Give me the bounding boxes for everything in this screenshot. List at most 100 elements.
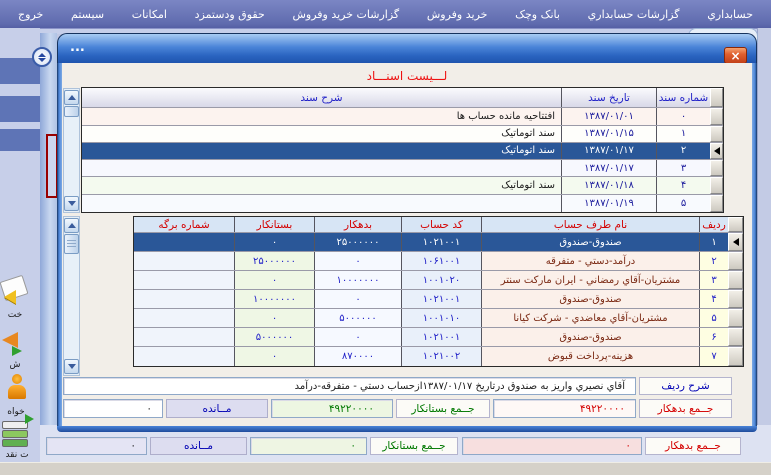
doc-number-cell: ۰ (656, 108, 710, 124)
dialog-frame (752, 63, 757, 426)
balance-label: مــانده (166, 399, 268, 418)
row-selector (728, 290, 743, 308)
bg-total-debit-label: جــمع بدهکار (645, 437, 741, 455)
account-code-cell: ۱۰۶۱۰۰۱ (401, 252, 481, 270)
debit-cell: ۰ (314, 252, 401, 270)
doc-date-cell: ۱۳۸۷/۰۱/۱۷ (561, 160, 656, 176)
row-selector-header (728, 217, 743, 232)
menu-item-bank-check[interactable]: بانک وچک (515, 8, 560, 21)
detail-row[interactable]: ۵مشتريان-آقاي معاضدي - شرکت کيانا۱۰۰۱۰۱۰… (134, 309, 743, 328)
debit-cell: ۱۰۰۰۰۰۰۰ (314, 271, 401, 289)
doc-number-cell: ۲ (656, 143, 710, 159)
row-selector (728, 252, 743, 270)
document-row[interactable]: ۰۱۳۸۷/۰۱/۰۱افتتاحيه مانده حساب ها (82, 108, 723, 125)
row-selector-header (710, 88, 723, 107)
toolbar-label: ت نقد (0, 450, 34, 460)
row-selector (710, 108, 723, 124)
total-debit-label: جــمع بدهکار (639, 399, 732, 418)
doc-description-cell: افتتاحيه مانده حساب ها (82, 108, 561, 124)
menu-item-exit[interactable]: خروج (18, 8, 43, 21)
col-account-code: کد حساب (401, 217, 481, 232)
green-arrow-icon (12, 346, 22, 356)
party-name-cell: صندوق-صندوق (481, 328, 699, 346)
doc-number-cell: ۴ (656, 177, 710, 193)
menu-item-buy-sell-reports[interactable]: گزارشات خريد وفروش (292, 8, 399, 21)
document-row[interactable]: ۵۱۳۸۷/۰۱/۱۹ (82, 195, 723, 212)
row-number-cell: ۶ (699, 328, 728, 346)
bg-total-debit-field: ۰ (462, 437, 642, 455)
dialog-heading: لـــيست اسنـــاد (62, 66, 752, 86)
detail-row[interactable]: ۶صندوق-صندوق۱۰۲۱۰۰۱۰۵۰۰۰۰۰۰ (134, 328, 743, 347)
menu-bar: حسابداري گزارشات حسابداري بانک وچک خريد … (0, 0, 771, 28)
background-band (0, 129, 40, 151)
background-right-edge (757, 28, 771, 462)
account-code-cell: ۱۰۲۱۰۰۱ (401, 290, 481, 308)
person-icon (12, 374, 22, 384)
collapse-expand-button[interactable] (32, 47, 52, 67)
document-rows-table: رديف نام طرف حساب کد حساب بدهکار بستانکا… (133, 216, 744, 367)
col-doc-date: تاريخ سند (561, 88, 656, 107)
menu-item-accounting-reports[interactable]: گزارشات حسابداري (588, 8, 680, 21)
sheet-number-cell (134, 347, 234, 366)
credit-cell: ۲۵۰۰۰۰۰۰ (234, 252, 314, 270)
menu-item-buy-sell[interactable]: خريد وفروش (427, 8, 488, 21)
debit-cell: ۰ (314, 328, 401, 346)
sheet-number-cell (134, 271, 234, 289)
total-credit-field: ۴۹۲۲۰۰۰۰ (271, 399, 393, 418)
row-number-cell: ۳ (699, 271, 728, 289)
row-selector (728, 328, 743, 346)
payment-toolbar-button[interactable] (2, 278, 32, 308)
menu-item-facilities[interactable]: امکانات (132, 8, 167, 21)
yellow-arrow-icon (4, 290, 16, 304)
dialog-title-bar[interactable]: ... (57, 33, 757, 63)
scroll-thumb[interactable] (64, 234, 79, 254)
doc-description-cell: سند اتوماتيک (82, 126, 561, 142)
document-row[interactable]: ۲۱۳۸۷/۰۱/۱۷سند اتوماتيک (82, 143, 723, 160)
party-name-cell: صندوق-صندوق (481, 290, 699, 308)
scroll-up-button[interactable] (64, 218, 79, 233)
detail-row[interactable]: ۲درآمد-دستي - متفرقه۱۰۶۱۰۰۱۰۲۵۰۰۰۰۰۰ (134, 252, 743, 271)
party-name-cell: صندوق-صندوق (481, 233, 699, 251)
col-debit: بدهکار (314, 217, 401, 232)
row-description-field[interactable]: آقاي نصيري واريز به صندوق درتاريخ ۱۳۸۷/۰… (63, 377, 636, 395)
app-screen: حسابداري گزارشات حسابداري بانک وچک خريد … (0, 0, 771, 475)
col-party-name: نام طرف حساب (481, 217, 699, 232)
doc-description-cell: سند اتوماتيک (82, 177, 561, 193)
close-button[interactable]: × (724, 47, 747, 64)
menu-item-payroll[interactable]: حقوق ودستمزد (195, 8, 265, 21)
documents-table-header: شماره سند تاريخ سند شرح سند (82, 88, 723, 108)
sheet-number-cell (134, 233, 234, 251)
row-selector (710, 143, 723, 159)
cash-stack-icon (2, 439, 28, 447)
bg-balance-field: ۰ (46, 437, 147, 455)
menu-item-system[interactable]: سيستم (71, 8, 104, 21)
cash-receipt-toolbar-button[interactable] (2, 420, 32, 448)
sale-toolbar-button[interactable] (2, 332, 32, 360)
document-row[interactable]: ۱۱۳۸۷/۰۱/۱۵سند اتوماتيک (82, 126, 723, 143)
account-code-cell: ۱۰۲۱۰۰۱ (401, 233, 481, 251)
detail-row[interactable]: ۳مشتريان-آقاي رمضاني - ايران مارکت سنتر۱… (134, 271, 743, 290)
detail-row[interactable]: ۱صندوق-صندوق۱۰۲۱۰۰۱۲۵۰۰۰۰۰۰۰ (134, 233, 743, 252)
total-debit-field: ۴۹۲۲۰۰۰۰ (493, 399, 636, 418)
menu-item-accounting[interactable]: حسابداري (707, 8, 753, 21)
detail-row[interactable]: ۷هزينه-پرداخت قبوض۱۰۲۱۰۰۲۸۷۰۰۰۰۰ (134, 347, 743, 366)
row-number-cell: ۱ (699, 233, 728, 251)
document-row[interactable]: ۴۱۳۸۷/۰۱/۱۸سند اتوماتيک (82, 177, 723, 194)
scroll-down-button[interactable] (64, 196, 79, 211)
party-name-cell: هزينه-پرداخت قبوض (481, 347, 699, 366)
documents-scrollbar[interactable] (63, 88, 80, 213)
scroll-up-button[interactable] (64, 90, 79, 105)
row-selector (710, 126, 723, 142)
petty-cash-toolbar-button[interactable] (4, 374, 30, 406)
scroll-down-button[interactable] (64, 359, 79, 374)
row-number-cell: ۲ (699, 252, 728, 270)
bg-balance-label: مــانده (150, 437, 247, 455)
row-number-cell: ۴ (699, 290, 728, 308)
sheet-number-cell (134, 309, 234, 327)
doc-number-cell: ۳ (656, 160, 710, 176)
detail-row[interactable]: ۴صندوق-صندوق۱۰۲۱۰۰۱۰۱۰۰۰۰۰۰۰ (134, 290, 743, 309)
scroll-thumb[interactable] (64, 106, 79, 117)
rows-scrollbar[interactable] (63, 216, 80, 376)
document-row[interactable]: ۳۱۳۸۷/۰۱/۱۷ (82, 160, 723, 177)
row-selector (728, 233, 743, 251)
